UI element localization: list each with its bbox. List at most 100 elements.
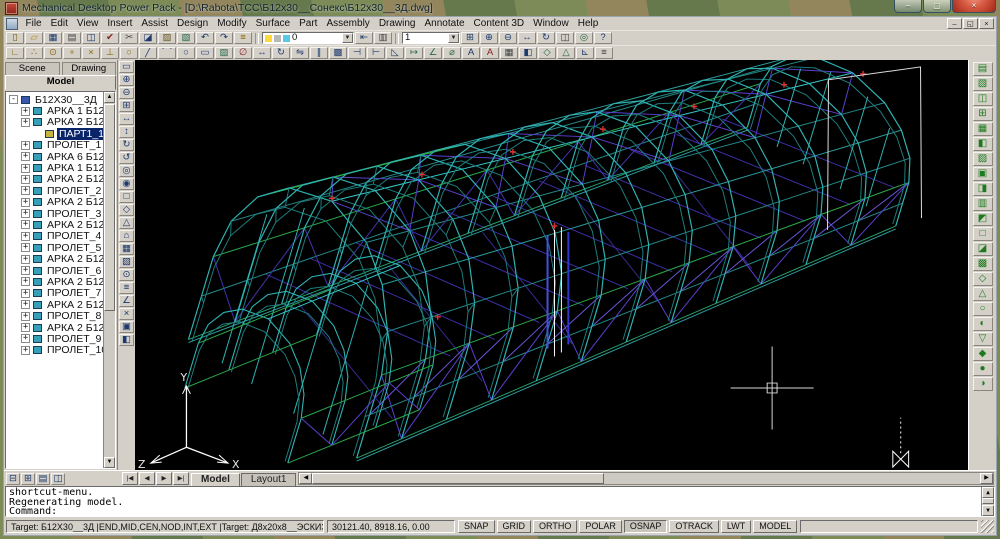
content-tool-icon[interactable]: ⊞ <box>973 107 993 121</box>
browser-tab-model[interactable]: Model <box>5 75 116 90</box>
scrollbar-thumb[interactable] <box>312 473 603 484</box>
layer-combo[interactable]: 0 ▼ <box>262 32 354 44</box>
view-tool-icon[interactable]: □ <box>119 191 134 203</box>
tree-item[interactable]: + АРКА 2 Б1230_2 <box>8 174 103 185</box>
scroll-left-icon[interactable]: ◀ <box>299 473 312 484</box>
tree-item[interactable]: + АРКА 2 Б1230_4 <box>8 219 103 230</box>
mirror-icon[interactable]: ⇋ <box>291 47 309 59</box>
content-tool-icon[interactable]: ○ <box>973 302 993 316</box>
menu-item[interactable]: Assembly <box>322 17 374 30</box>
tree-expand-toggle[interactable]: + <box>21 289 30 298</box>
horizontal-scrollbar[interactable]: ◀ ▶ <box>298 472 994 485</box>
tab-nav-button[interactable]: |◀ <box>122 472 138 485</box>
layer-previous-icon[interactable]: ⇤ <box>355 32 373 44</box>
status-toggle-button[interactable]: SNAP <box>458 520 495 533</box>
close-button[interactable]: × <box>952 0 996 13</box>
content-tool-icon[interactable]: ◧ <box>973 137 993 151</box>
dimension-linear-icon[interactable]: ↦ <box>405 47 423 59</box>
chevron-down-icon[interactable]: ▼ <box>448 33 459 43</box>
status-toggle-button[interactable]: POLAR <box>579 520 622 533</box>
zoom-out-icon[interactable]: ⊖ <box>499 32 517 44</box>
snap-perpendicular-icon[interactable]: ⊥ <box>101 47 119 59</box>
snap-center-icon[interactable]: ⊙ <box>44 47 62 59</box>
view-tool-icon[interactable]: ◎ <box>119 165 134 177</box>
dimension-radius-icon[interactable]: ⌀ <box>443 47 461 59</box>
menu-item[interactable]: Assist <box>137 17 173 30</box>
view-tool-icon[interactable]: ↕ <box>119 126 134 138</box>
tree-item[interactable]: + АРКА 2 Б1230_9 <box>8 322 103 333</box>
content-tool-icon[interactable]: □ <box>973 227 993 241</box>
tree-expand-toggle[interactable]: + <box>21 232 30 241</box>
content-tool-icon[interactable]: ▧ <box>973 77 993 91</box>
table-icon[interactable]: ▦ <box>500 47 518 59</box>
tree-expand-toggle[interactable]: + <box>21 266 30 275</box>
scrollbar-thumb[interactable] <box>104 104 115 311</box>
content-tool-icon[interactable]: ▽ <box>973 332 993 346</box>
tree-item[interactable]: + АРКА 2 Б1230_8 <box>8 299 103 310</box>
tree-item[interactable]: + ПРОЛЕТ_3 <box>8 208 103 219</box>
chamfer-icon[interactable]: ◺ <box>386 47 404 59</box>
ucs-icon[interactable]: ⊾ <box>576 47 594 59</box>
scroll-right-icon[interactable]: ▶ <box>980 473 993 484</box>
view-tool-icon[interactable]: ≡ <box>119 282 134 294</box>
menu-item[interactable]: Annotate <box>420 17 469 30</box>
3d-mesh-icon[interactable]: △ <box>557 47 575 59</box>
view-tool-icon[interactable]: ⊞ <box>119 100 134 112</box>
named-views-icon[interactable]: ◫ <box>556 32 574 44</box>
tree-expand-toggle[interactable]: + <box>21 209 30 218</box>
resize-grip[interactable] <box>981 520 994 533</box>
tree-item[interactable]: + АРКА 1 Б1230_2 <box>8 162 103 173</box>
view-tool-icon[interactable]: ⊕ <box>119 74 134 86</box>
chevron-down-icon[interactable]: ▼ <box>342 33 353 43</box>
menu-item[interactable]: Content 3D <box>469 17 529 30</box>
zoom-in-icon[interactable]: ⊕ <box>480 32 498 44</box>
tree-item[interactable]: + ПРОЛЕТ_5 <box>8 242 103 253</box>
tree-expand-toggle[interactable]: + <box>21 164 30 173</box>
content-tool-icon[interactable]: ▤ <box>973 62 993 76</box>
tree-expand-toggle[interactable]: + <box>21 277 30 286</box>
menu-item[interactable]: Part <box>295 17 322 30</box>
menu-item[interactable]: Window <box>529 17 574 30</box>
tree-item[interactable]: - Б12X30__3Д <box>8 94 103 105</box>
command-window[interactable]: shortcut-menu.Regenerating model.Command… <box>5 486 995 517</box>
snap-node-icon[interactable]: ∘ <box>63 47 81 59</box>
mtext-icon[interactable]: A <box>481 47 499 59</box>
view-tool-icon[interactable]: ▭ <box>119 61 134 73</box>
text-icon[interactable]: A <box>462 47 480 59</box>
menu-item[interactable]: Surface <box>251 17 294 30</box>
tree-expand-toggle[interactable]: + <box>21 198 30 207</box>
tree-expand-toggle[interactable]: + <box>21 255 30 264</box>
tree-expand-toggle[interactable]: + <box>21 300 30 309</box>
browser-tab[interactable]: Drawing <box>62 62 117 75</box>
scroll-down-icon[interactable]: ▼ <box>104 457 115 468</box>
view-tool-icon[interactable]: ⌂ <box>119 230 134 242</box>
properties-icon[interactable]: ≡ <box>595 47 613 59</box>
copy-icon[interactable]: ◪ <box>139 32 157 44</box>
tree-item[interactable]: + ПРОЛЕТ_10 <box>8 345 103 356</box>
arc-icon[interactable]: ⌒ <box>158 47 176 59</box>
document-tab[interactable]: Model <box>191 473 240 486</box>
tree-item[interactable]: + АРКА 2 Б1230_6 <box>8 253 103 264</box>
layer-manager-icon[interactable]: ≡ <box>234 32 252 44</box>
browser-tab[interactable]: Scene <box>5 62 60 75</box>
tree-item[interactable]: + АРКА 2 Б1230_1 <box>8 117 103 128</box>
redo-icon[interactable]: ↷ <box>215 32 233 44</box>
tree-expand-toggle[interactable]: + <box>21 186 30 195</box>
extend-icon[interactable]: ⊢ <box>367 47 385 59</box>
print-icon[interactable]: ▤ <box>63 32 81 44</box>
orbit-3d-icon[interactable]: ◎ <box>575 32 593 44</box>
content-tool-icon[interactable]: △ <box>973 287 993 301</box>
document-tab[interactable]: Layout1 <box>241 473 297 486</box>
menu-item[interactable]: Drawing <box>374 17 420 30</box>
view-tool-icon[interactable]: ⊖ <box>119 87 134 99</box>
content-tool-icon[interactable]: ▣ <box>973 167 993 181</box>
menu-item[interactable]: File <box>21 17 46 30</box>
status-toggle-button[interactable]: OSNAP <box>624 520 668 533</box>
browser-filter-icon[interactable]: ▤ <box>36 473 50 485</box>
pan-icon[interactable]: ↔ <box>518 32 536 44</box>
paste-icon[interactable]: ▨ <box>158 32 176 44</box>
tree-expand-toggle[interactable]: + <box>21 107 30 116</box>
tree-expand-toggle[interactable]: + <box>21 152 30 161</box>
content-tool-icon[interactable]: ◇ <box>973 272 993 286</box>
status-toggle-button[interactable]: MODEL <box>753 520 797 533</box>
